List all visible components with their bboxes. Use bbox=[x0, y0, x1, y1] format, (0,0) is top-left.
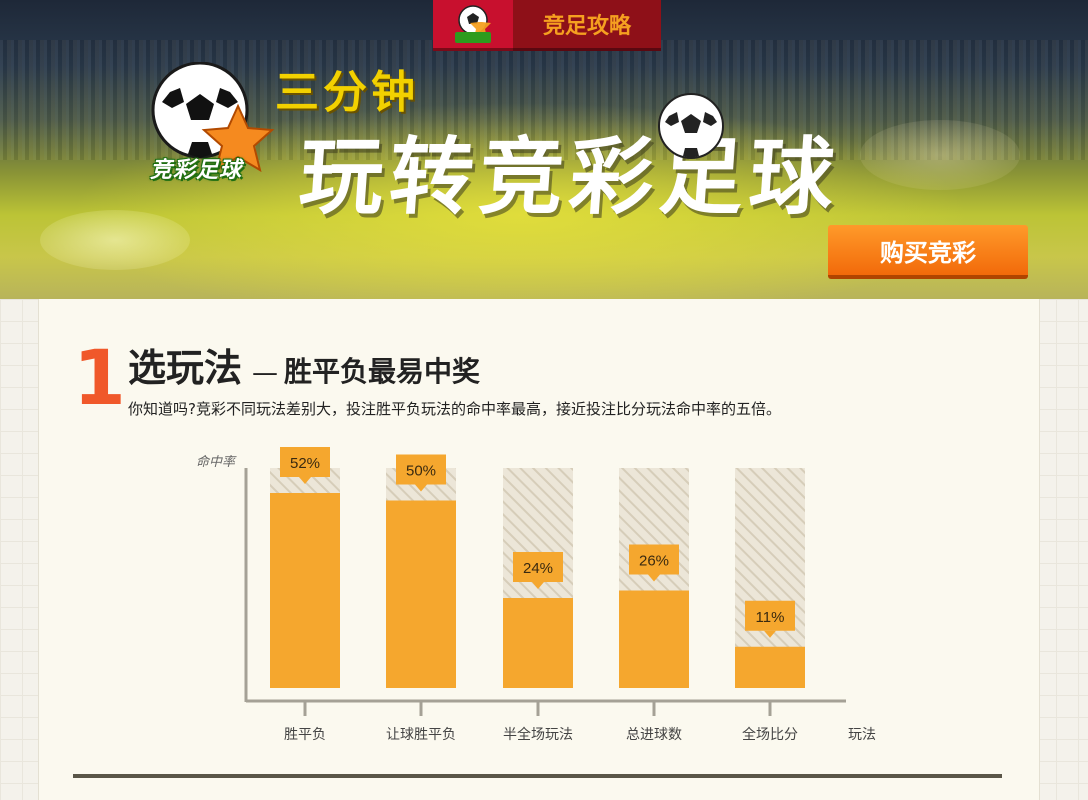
x-axis-label: 玩法 bbox=[848, 726, 876, 742]
x-tick-label: 让球胜平负 bbox=[386, 726, 456, 742]
x-tick-label: 总进球数 bbox=[626, 726, 682, 742]
x-tick-label: 全场比分 bbox=[742, 726, 798, 742]
data-label: 24% bbox=[523, 560, 553, 577]
data-label: 26% bbox=[639, 553, 669, 570]
x-tick-label: 胜平负 bbox=[284, 726, 326, 742]
bar bbox=[386, 500, 456, 688]
section-divider bbox=[73, 774, 1002, 778]
x-tick-label: 半全场玩法 bbox=[503, 726, 573, 742]
hit-rate-bar-chart: 52% 50% 24% 26% 11% 胜平负 让球胜平负 半全场玩法 总进球数 全场比分 命中… bbox=[196, 447, 876, 742]
data-label: 52% bbox=[290, 455, 320, 472]
data-label: 50% bbox=[406, 463, 436, 480]
data-label: 11% bbox=[756, 609, 785, 626]
bar bbox=[735, 646, 805, 688]
bar bbox=[270, 493, 340, 688]
y-axis-label: 命中率 bbox=[196, 454, 237, 469]
bar bbox=[503, 598, 573, 688]
bar bbox=[619, 590, 689, 688]
